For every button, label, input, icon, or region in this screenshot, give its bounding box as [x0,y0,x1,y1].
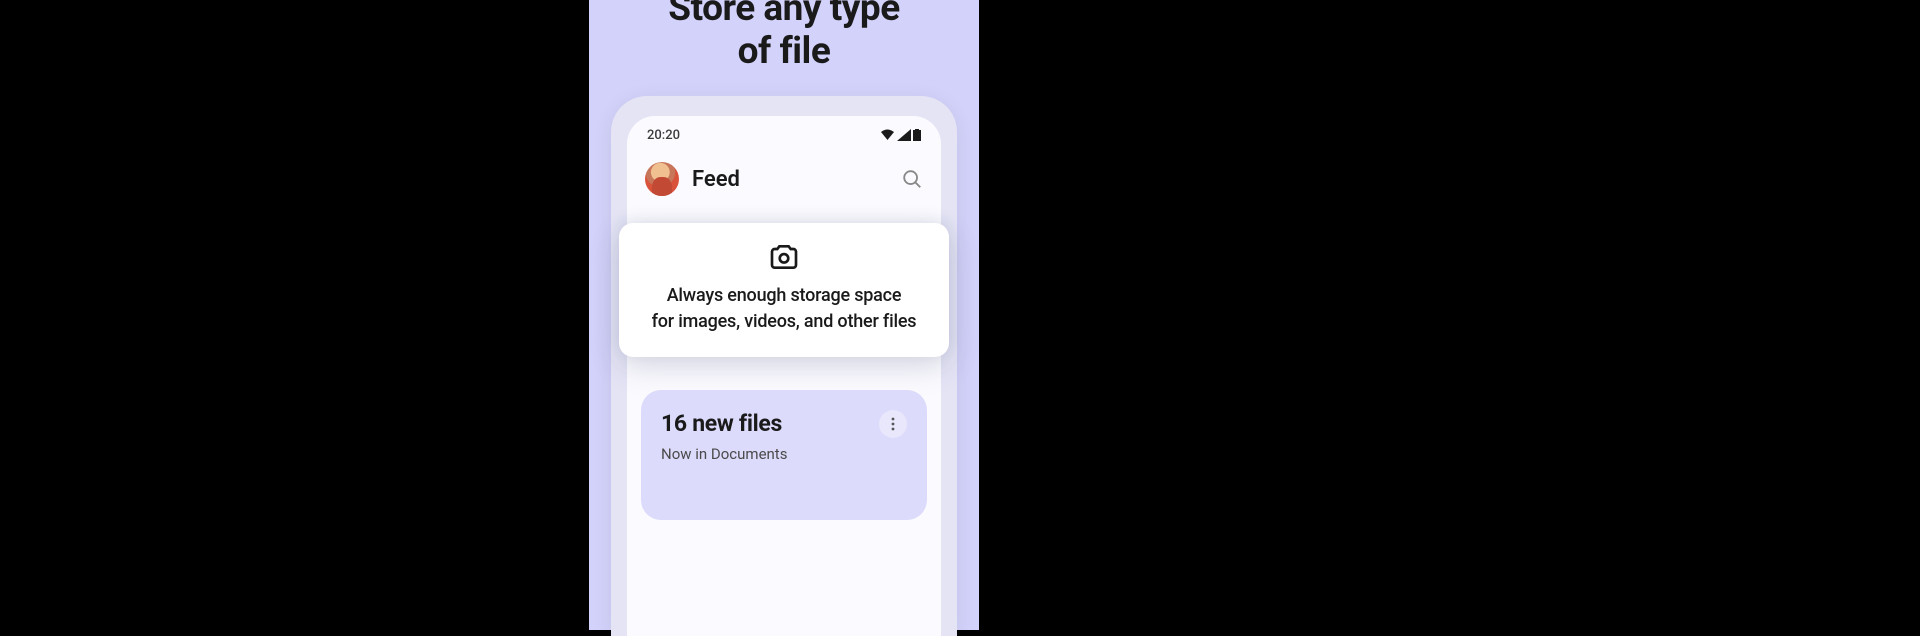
wifi-icon [880,129,895,141]
promo-line-1: Always enough storage space [667,285,902,306]
battery-icon [913,129,921,141]
app-title: Feed [692,167,888,192]
status-icons [880,129,921,141]
feed-card[interactable]: 16 new files Now in Documents [641,390,927,520]
promo-line-2: for images, videos, and other files [652,311,917,332]
headline-line-1: Store any type [589,0,979,31]
headline-line-2: of file [589,31,979,74]
promo-text: Always enough storage space for images, … [639,283,929,335]
camera-icon [768,241,800,273]
more-button[interactable] [879,410,907,438]
feed-card-top: 16 new files Now in Documents [661,410,907,463]
avatar[interactable] [645,162,679,196]
status-bar: 20:20 [627,116,941,150]
more-vertical-icon [891,417,895,431]
feed-card-title: 16 new files [661,410,787,437]
feed-card-subtitle: Now in Documents [661,445,787,463]
phone-screen: 20:20 Feed [627,116,941,636]
storage-promo-card: Always enough storage space for images, … [619,223,949,357]
app-header: Feed [627,150,941,208]
headline: Store any type of file [589,0,979,73]
phone-frame: 20:20 Feed [611,96,957,636]
app-promo-panel: Store any type of file 20:20 Feed [589,0,979,630]
status-time: 20:20 [647,128,680,143]
search-icon[interactable] [901,168,923,190]
cell-signal-icon [897,129,911,141]
